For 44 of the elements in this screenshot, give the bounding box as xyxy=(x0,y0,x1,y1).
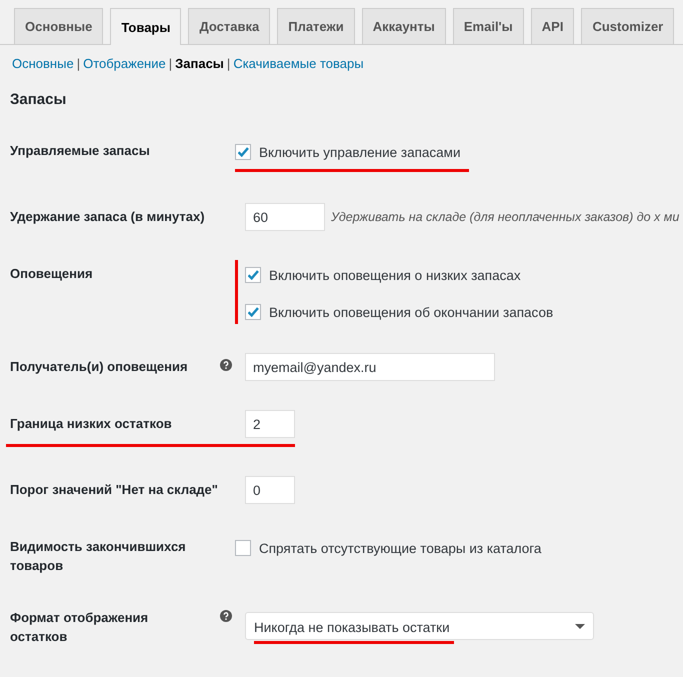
tab[interactable]: Основные xyxy=(14,8,104,44)
field-label: Порог значений "Нет на складе" xyxy=(10,481,218,499)
field-label: Оповещения xyxy=(10,265,93,283)
checkbox[interactable] xyxy=(235,540,251,556)
tab[interactable]: Email'ы xyxy=(452,8,524,44)
tab[interactable]: Аккаунты xyxy=(362,8,446,44)
input-field[interactable]: 0 xyxy=(245,476,295,504)
tab[interactable]: Платежи xyxy=(277,8,355,44)
checkmark-icon xyxy=(238,147,248,157)
checkmark-icon xyxy=(248,270,258,280)
field-label: Формат отображения остатков xyxy=(10,609,150,646)
subnav-link[interactable]: Скачиваемые товары xyxy=(233,56,364,71)
field-label: Удержание запаса (в минутах) xyxy=(10,208,205,226)
tab[interactable]: Товары xyxy=(110,8,182,45)
annotation-bar xyxy=(235,260,238,324)
help-icon[interactable] xyxy=(220,359,232,371)
help-icon[interactable] xyxy=(220,610,232,622)
checkbox-label[interactable]: Включить оповещения об окончании запасов xyxy=(269,304,554,320)
section-heading: Запасы xyxy=(10,91,68,108)
input-field[interactable]: 2 xyxy=(245,410,295,438)
checkbox[interactable] xyxy=(245,267,261,283)
field-description: Удерживать на складе (для неоплаченных заказов) до х ми xyxy=(331,210,680,224)
separator: | xyxy=(76,56,80,71)
input-field[interactable]: myemail@yandex.ru xyxy=(245,353,495,381)
checkbox-label[interactable]: Спрятать отсутствующие товары из каталога xyxy=(259,540,542,556)
field-label: Управляемые запасы xyxy=(10,142,150,160)
field-label: Граница низких остатков xyxy=(10,415,172,433)
field-label: Получатель(и) оповещения xyxy=(10,358,188,376)
subnav-link[interactable]: Запасы xyxy=(175,56,224,71)
separator: | xyxy=(226,56,230,71)
checkmark-icon xyxy=(248,307,258,317)
tab[interactable]: Доставка xyxy=(188,8,270,44)
checkbox-label[interactable]: Включить оповещения о низких запасах xyxy=(269,268,521,282)
checkbox[interactable] xyxy=(235,144,251,160)
tab[interactable]: API xyxy=(530,8,574,44)
input-field[interactable]: 60 xyxy=(245,203,325,231)
subnav-link[interactable]: Основные xyxy=(12,56,74,71)
separator: | xyxy=(168,56,172,71)
field-label: Видимость закончившихся товаров xyxy=(10,538,187,575)
checkbox[interactable] xyxy=(245,304,261,320)
subnav-link[interactable]: Отображение xyxy=(83,56,166,71)
caret-icon xyxy=(575,624,585,628)
checkbox-label[interactable]: Включить управление запасами xyxy=(259,144,460,160)
tab[interactable]: Customizer xyxy=(581,8,674,44)
